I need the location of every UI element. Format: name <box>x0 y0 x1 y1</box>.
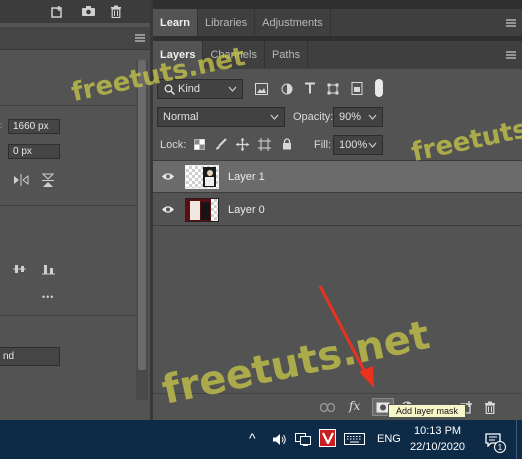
new-document-icon[interactable] <box>50 4 64 18</box>
lock-artboard-icon[interactable] <box>257 137 271 151</box>
lock-image-pixels-icon[interactable] <box>214 137 227 150</box>
layer-thumbnail <box>185 197 219 222</box>
fx-label: fx <box>349 399 361 413</box>
fill-field[interactable]: 100% <box>333 135 383 155</box>
filter-smart-object-icon[interactable] <box>350 81 364 95</box>
network-icon[interactable] <box>294 431 312 447</box>
blend-mode-value: Normal <box>163 111 199 123</box>
clock-time[interactable]: 10:13 PM <box>414 425 461 437</box>
tab-paths[interactable]: Paths <box>265 41 309 69</box>
link-marker: : <box>0 121 3 130</box>
panel-top-strip <box>153 0 522 9</box>
tab-learn-label: Learn <box>160 16 190 29</box>
layer-name: Layer 0 <box>228 203 265 216</box>
opacity-value: 90% <box>339 111 362 123</box>
layer-row[interactable]: Layer 1 <box>153 161 522 193</box>
visibility-eye-icon[interactable] <box>153 172 183 181</box>
top-tab-bar: Learn Libraries Adjustments <box>153 9 522 36</box>
speaker-icon[interactable] <box>271 431 287 447</box>
more-options-button[interactable]: ••• <box>42 292 54 302</box>
photo-silhouette <box>203 166 216 187</box>
antivirus-icon[interactable] <box>319 429 336 447</box>
show-desktop-button[interactable] <box>516 420 522 459</box>
transparent-area <box>211 198 218 221</box>
notification-count: 1 <box>497 442 503 452</box>
flip-vertical-icon[interactable] <box>41 172 55 188</box>
notification-badge: 1 <box>494 441 506 453</box>
distribute-vertical-icon[interactable] <box>12 262 26 276</box>
chevron-down-icon <box>367 140 377 150</box>
left-toolbar <box>0 0 150 23</box>
photo-figure <box>201 201 210 220</box>
lock-all-icon[interactable] <box>281 137 293 150</box>
offset-field[interactable]: 0 px <box>8 144 60 159</box>
flip-horizontal-icon[interactable] <box>12 173 30 187</box>
tooltip-text: Add layer mask <box>395 406 459 416</box>
divider <box>0 205 136 206</box>
windows-taskbar: ^ ENG 10:13 PM 22/10/2020 1 <box>0 420 522 459</box>
left-text-field[interactable]: nd <box>0 347 60 366</box>
tab-paths-label: Paths <box>271 49 301 61</box>
filter-pixel-icon[interactable] <box>254 82 268 96</box>
divider <box>0 315 136 316</box>
divider <box>0 105 136 106</box>
chevron-down-icon <box>269 112 279 122</box>
panel-menu-icon[interactable] <box>505 18 517 28</box>
visibility-eye-icon[interactable] <box>153 205 183 214</box>
opacity-field[interactable]: 90% <box>333 107 383 127</box>
layer-name: Layer 1 <box>228 170 265 183</box>
panel-menu-icon[interactable] <box>505 50 517 60</box>
left-text-value: nd <box>3 351 15 362</box>
lock-transparent-pixels-icon[interactable] <box>193 138 205 150</box>
chevron-down-icon <box>227 84 237 94</box>
filter-shape-icon[interactable] <box>326 82 340 96</box>
filter-toggle[interactable] <box>375 79 383 97</box>
tab-adjustments-label: Adjustments <box>262 16 323 29</box>
tab-libraries[interactable]: Libraries <box>198 9 256 36</box>
tab-libraries-label: Libraries <box>204 16 248 29</box>
link-layers-icon[interactable] <box>319 400 335 414</box>
layer-row[interactable]: Layer 0 <box>153 194 522 226</box>
top-tabs: Learn Libraries Adjustments <box>153 9 522 36</box>
fill-value: 100% <box>339 139 368 151</box>
lock-position-icon[interactable] <box>235 137 249 151</box>
width-value: 1660 px <box>13 121 49 132</box>
show-hidden-icons-button[interactable]: ^ <box>249 430 256 446</box>
chevron-down-icon <box>367 112 377 122</box>
clock-date[interactable]: 22/10/2020 <box>410 441 465 453</box>
opacity-label: Opacity: <box>293 111 334 123</box>
language-indicator[interactable]: ENG <box>377 433 401 445</box>
tab-learn[interactable]: Learn <box>153 9 198 36</box>
blend-mode-dropdown[interactable]: Normal <box>157 107 285 127</box>
trash-icon[interactable] <box>109 4 123 18</box>
align-bottom-icon[interactable] <box>41 262 55 276</box>
tab-adjustments[interactable]: Adjustments <box>255 9 331 36</box>
delete-layer-icon[interactable] <box>483 400 497 414</box>
panel-menu-icon[interactable] <box>134 33 146 43</box>
width-field[interactable]: 1660 px <box>8 119 60 134</box>
filter-adjustment-icon[interactable] <box>280 82 294 96</box>
keyboard-icon[interactable] <box>343 432 365 446</box>
photo-figure <box>190 200 200 220</box>
camera-icon[interactable] <box>80 4 96 18</box>
left-panel-header <box>0 27 150 50</box>
scrollbar-thumb[interactable] <box>138 60 146 370</box>
layer-style-fx-button[interactable]: fx <box>349 399 369 415</box>
offset-value: 0 px <box>13 146 32 157</box>
lock-label: Lock: <box>160 139 187 151</box>
tooltip: Add layer mask <box>388 404 466 418</box>
layer-thumbnail <box>185 164 219 189</box>
fill-label: Fill: <box>314 139 332 151</box>
filter-type-icon[interactable] <box>303 81 317 95</box>
